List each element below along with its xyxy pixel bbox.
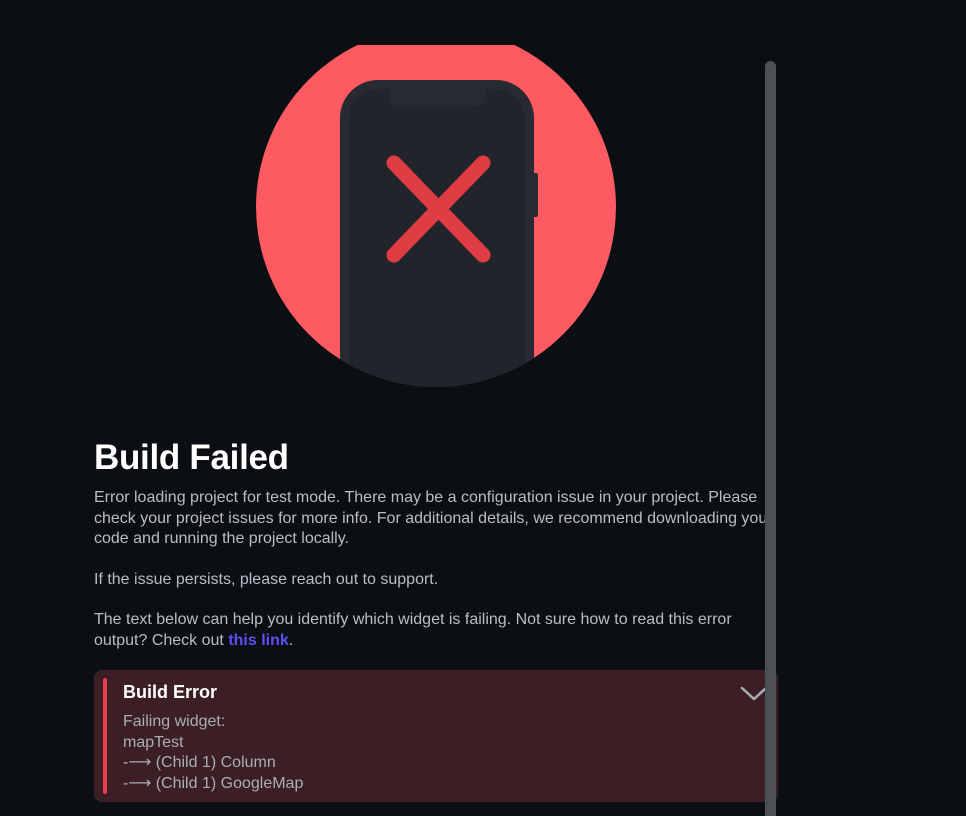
description-paragraph: Error loading project for test mode. The… — [94, 489, 773, 547]
build-error-card[interactable]: Build Error Failing widget: mapTest -⟶ (… — [94, 670, 778, 802]
help-paragraph-text: The text below can help you identify whi… — [94, 611, 732, 649]
help-paragraph-suffix: . — [288, 631, 294, 649]
page: Build Failed Error loading project for t… — [0, 0, 966, 816]
scrollbar-thumb[interactable] — [765, 61, 776, 816]
error-line: -⟶ (Child 1) GoogleMap — [123, 774, 304, 792]
error-line: Failing widget: — [123, 713, 226, 730]
error-card-title: Build Error — [123, 682, 218, 702]
support-paragraph: If the issue persists, please reach out … — [94, 570, 439, 588]
error-accent-bar — [103, 678, 107, 794]
phone-notch — [389, 83, 486, 107]
help-paragraph: The text below can help you identify whi… — [94, 610, 774, 651]
phone-error-illustration — [256, 45, 616, 387]
error-line: mapTest — [123, 733, 184, 751]
help-link[interactable]: this link — [228, 632, 288, 649]
error-details: Failing widget: mapTest -⟶ (Child 1) Col… — [123, 712, 303, 794]
error-line: -⟶ (Child 1) Column — [123, 754, 276, 771]
chevron-down-icon[interactable] — [740, 682, 768, 706]
page-title: Build Failed — [94, 438, 289, 477]
build-failed-content: Build Failed Error loading project for t… — [94, 438, 774, 651]
phone-error-icon — [256, 45, 616, 387]
